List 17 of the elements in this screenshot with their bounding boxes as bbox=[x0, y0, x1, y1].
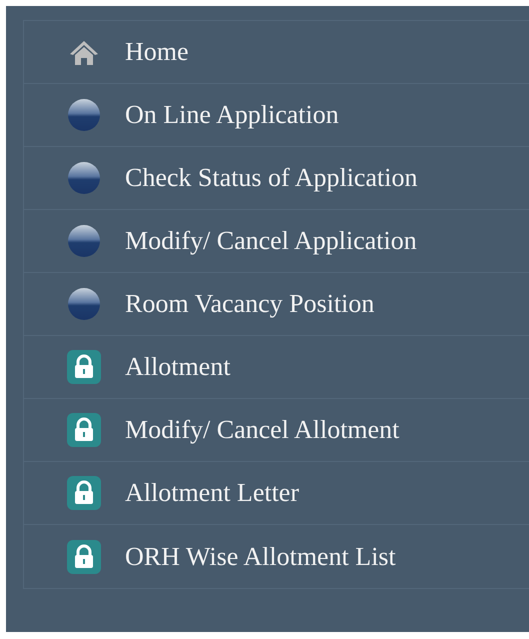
lock-icon bbox=[66, 412, 102, 448]
menu-item[interactable]: Allotment Letter bbox=[125, 478, 300, 508]
bullet-icon bbox=[66, 97, 102, 133]
menu-item[interactable]: Check Status of Application bbox=[125, 163, 418, 193]
menu-item[interactable]: Modify/ Cancel Application bbox=[125, 226, 417, 256]
bullet-icon bbox=[66, 286, 102, 322]
menu-item[interactable]: Room Vacancy Position bbox=[125, 289, 374, 319]
bullet-icon bbox=[66, 223, 102, 259]
bullet-icon bbox=[66, 160, 102, 196]
menu-item[interactable]: Modify/ Cancel Allotment bbox=[125, 415, 400, 445]
lock-icon bbox=[66, 475, 102, 511]
lock-icon bbox=[66, 538, 102, 574]
menu-item[interactable]: Home bbox=[125, 37, 189, 67]
lock-icon bbox=[66, 349, 102, 385]
menu-item[interactable]: On Line Application bbox=[125, 100, 339, 130]
menu-item[interactable]: ORH Wise Allotment List bbox=[125, 542, 396, 572]
menu-item[interactable]: Allotment bbox=[125, 352, 230, 382]
